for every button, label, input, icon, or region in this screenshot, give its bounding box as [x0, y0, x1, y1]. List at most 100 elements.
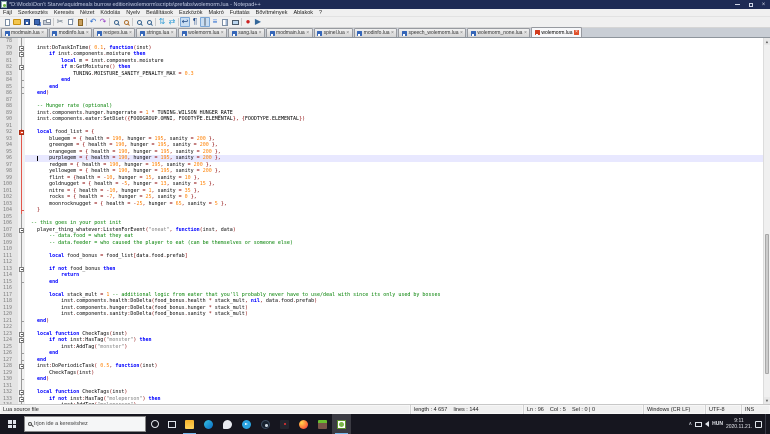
code-text[interactable]: inst:AddTag("moleperson") — [25, 402, 763, 404]
tab-strings-lua-3[interactable]: strings.lua × — [136, 28, 178, 37]
menu-bvtmnyek[interactable]: Bővítmények — [253, 9, 291, 17]
undo-icon[interactable]: ↶ — [88, 17, 98, 27]
open-file-icon[interactable] — [12, 17, 22, 27]
menu-szerkeszts[interactable]: Szerkesztés — [15, 9, 51, 17]
menu-nzet[interactable]: Nézet — [77, 9, 97, 17]
close-button[interactable]: × — [757, 0, 770, 9]
tab-modmain-lua-6[interactable]: modmain.lua × — [266, 28, 313, 37]
redo-icon[interactable]: ↷ — [98, 17, 108, 27]
scroll-down-arrow[interactable]: ▼ — [764, 397, 770, 404]
tab-speech_wolemorm-lua-9[interactable]: speech_wolemorm.lua × — [398, 28, 467, 37]
document-map-icon[interactable] — [220, 17, 230, 27]
tab-close-icon[interactable]: × — [41, 30, 44, 36]
tab-close-icon[interactable]: × — [129, 30, 132, 36]
show-all-characters-icon[interactable]: ¶ — [190, 17, 200, 27]
fold-collapse-icon[interactable] — [19, 364, 24, 369]
menu-belltsok[interactable]: Beállítások — [143, 9, 176, 17]
tab-modmain-lua-0[interactable]: modmain.lua × — [1, 28, 48, 37]
minimize-button[interactable] — [731, 0, 744, 9]
taskbar-app-messenger[interactable] — [218, 414, 237, 434]
tab-close-icon[interactable]: × — [460, 30, 463, 36]
menu-makr[interactable]: Makró — [206, 9, 227, 17]
tab-close-icon[interactable]: × — [391, 30, 394, 36]
maximize-button[interactable] — [744, 0, 757, 9]
volume-tray-icon[interactable] — [705, 421, 710, 427]
hidden-icons-chevron[interactable]: ∧ — [688, 421, 692, 427]
taskbar-app-telegram[interactable] — [237, 414, 256, 434]
tab-close-icon[interactable]: × — [346, 30, 349, 36]
print-icon[interactable] — [42, 17, 52, 27]
start-button[interactable] — [0, 414, 24, 434]
taskbar-app-notepad-plus-plus[interactable] — [332, 414, 351, 434]
cortana-button[interactable] — [146, 414, 163, 434]
paste-icon[interactable] — [75, 17, 85, 27]
tab-wolemorm_none-lua-10[interactable]: wolemorm_none.lua × — [467, 28, 531, 37]
fold-margin[interactable] — [18, 402, 25, 404]
show-desktop-button[interactable] — [765, 414, 768, 434]
fold-collapse-icon[interactable] — [19, 338, 24, 343]
tab-close-icon[interactable]: × — [171, 30, 174, 36]
function-list-icon[interactable]: ≡ — [210, 17, 220, 27]
taskbar-app-steam[interactable] — [256, 414, 275, 434]
menu-keress[interactable]: Keresés — [51, 9, 77, 17]
find-icon[interactable] — [111, 17, 121, 27]
fold-collapse-icon[interactable] — [19, 52, 24, 57]
vertical-scrollbar[interactable]: ▲ ▼ — [763, 38, 770, 404]
code-editor[interactable]: 78 79 inst:DoTaskInTime( 0.1, function(in… — [0, 38, 770, 404]
tab-close-icon[interactable]: × — [259, 30, 262, 36]
new-file-icon[interactable] — [2, 17, 12, 27]
line-number[interactable]: 134 — [0, 402, 14, 404]
menu-nyelv[interactable]: Nyelv — [123, 9, 143, 17]
tab-sang-lua-5[interactable]: sang.lua × — [228, 28, 266, 37]
taskbar-app-file-explorer[interactable] — [180, 414, 199, 434]
tab-close-icon[interactable]: × — [221, 30, 224, 36]
cut-icon[interactable]: ✂ — [55, 17, 65, 27]
monitor-icon[interactable] — [230, 17, 240, 27]
scroll-up-arrow[interactable]: ▲ — [764, 38, 770, 45]
language-indicator[interactable]: HUN — [712, 421, 723, 427]
sync-horizontal-icon[interactable]: ⇄ — [167, 17, 177, 27]
fold-collapse-icon[interactable] — [19, 65, 24, 70]
menu-eszkzk[interactable]: Eszközök — [176, 9, 206, 17]
taskbar-app-firefox[interactable] — [294, 414, 313, 434]
display-tray-icon[interactable] — [695, 421, 703, 427]
menu-ablakok[interactable]: Ablakok — [290, 9, 316, 17]
tab-recipes-lua-2[interactable]: recipes.lua × — [93, 28, 136, 37]
taskbar-search-input[interactable]: Írjon ide a kereséshez — [24, 416, 146, 432]
tab-close-icon[interactable]: × — [306, 30, 309, 36]
tab-close-icon[interactable]: × — [524, 30, 527, 36]
task-view-button[interactable] — [163, 414, 180, 434]
fold-collapse-icon[interactable] — [19, 130, 24, 135]
sync-vertical-icon[interactable]: ⇅ — [157, 17, 167, 27]
notification-center-icon[interactable] — [755, 420, 762, 428]
tab-close-icon[interactable]: × — [573, 30, 579, 35]
fold-collapse-icon[interactable] — [19, 266, 24, 272]
tab-wolemorm-lua-11[interactable]: wolemorm.lua × — [531, 27, 583, 37]
menu-fjl[interactable]: Fájl — [0, 9, 15, 17]
taskbar-app-edge[interactable] — [199, 414, 218, 434]
tab-spinel-lua-7[interactable]: spinel.lua × — [313, 28, 353, 37]
menu-?[interactable]: ? — [316, 9, 325, 17]
clock[interactable]: 9:11 2020.11.21. — [726, 418, 752, 430]
save-all-icon[interactable] — [32, 17, 42, 27]
fold-collapse-icon[interactable] — [19, 45, 24, 51]
tab-close-icon[interactable]: × — [86, 30, 89, 36]
fold-collapse-icon[interactable] — [19, 390, 24, 395]
record-macro-icon[interactable]: ● — [243, 17, 253, 27]
tab-modinfo-lua-1[interactable]: modinfo.lua × — [48, 28, 93, 37]
fold-collapse-icon[interactable] — [19, 396, 24, 402]
taskbar-app-minecraft[interactable] — [313, 414, 332, 434]
menu-futtats[interactable]: Futtatás — [227, 9, 253, 17]
scrollbar-thumb[interactable] — [765, 234, 769, 374]
play-macro-icon[interactable]: ▶ — [253, 17, 263, 27]
taskbar-app-game-launcher[interactable] — [275, 414, 294, 434]
fold-collapse-icon[interactable] — [19, 227, 24, 233]
tab-modinfo-lua-8[interactable]: modinfo.lua × — [353, 28, 398, 37]
zoom-in-icon[interactable] — [134, 17, 144, 27]
replace-icon[interactable] — [121, 17, 131, 27]
save-icon[interactable] — [22, 17, 32, 27]
copy-icon[interactable] — [65, 17, 75, 27]
indent-guide-icon[interactable]: ∥ — [200, 17, 210, 27]
tab-wolemorm-lua-4[interactable]: wolemorm.lua × — [178, 28, 228, 37]
zoom-out-icon[interactable] — [144, 17, 154, 27]
